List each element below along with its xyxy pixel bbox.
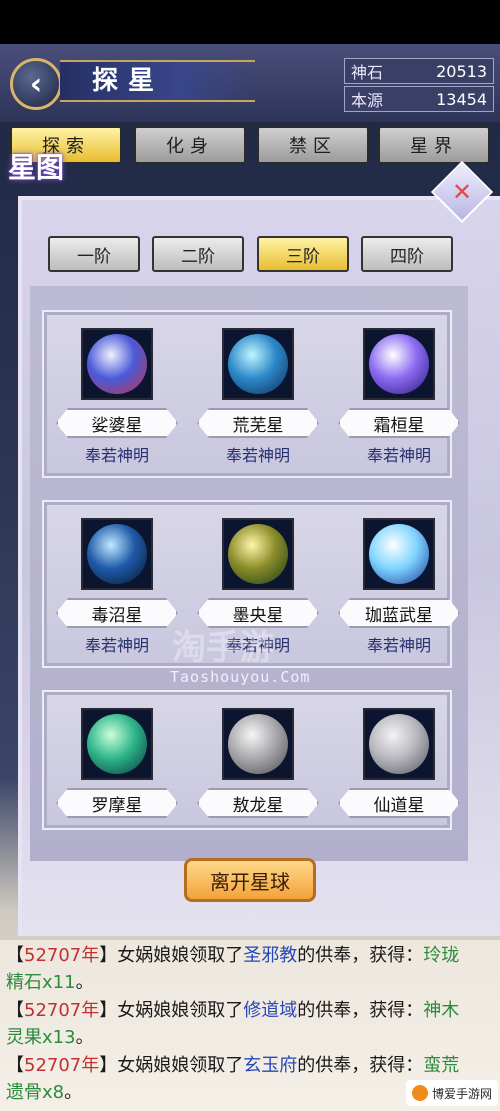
tier-3[interactable]: 三阶 xyxy=(257,236,349,272)
log-entry: 【52707年】女娲娘娘领取了修道域的供奉，获得：神木 灵果x13。 xyxy=(6,1000,460,1048)
back-arrow-icon: ‹ xyxy=(29,66,43,102)
log-text: 。 xyxy=(75,1027,94,1048)
tier-4[interactable]: 四阶 xyxy=(361,236,453,272)
tab-avatar[interactable]: 化身 xyxy=(134,126,246,164)
leave-planet-button[interactable]: 离开星球 xyxy=(184,858,316,902)
log-item: 灵果x13 xyxy=(6,1027,76,1048)
planet-thumbnail xyxy=(363,708,435,780)
log-text: 的供奉，获得： xyxy=(297,1055,424,1076)
planet-card[interactable]: 敖龙星 xyxy=(197,708,319,858)
star-map-label: 星图 xyxy=(8,151,65,184)
planet-card[interactable]: 娑婆星 奉若神明 xyxy=(56,328,178,478)
planet-icon xyxy=(369,334,429,394)
log-place: 修道域 xyxy=(243,1000,298,1021)
back-button[interactable]: ‹ xyxy=(10,58,62,110)
resource-label: 本源 xyxy=(351,91,384,110)
tab-forbidden-zone[interactable]: 禁区 xyxy=(257,126,369,164)
brand-badge: 博爱手游网 xyxy=(406,1080,498,1106)
planet-card[interactable]: 仙道星 xyxy=(338,708,460,858)
planet-thumbnail xyxy=(81,708,153,780)
resource-value: 13454 xyxy=(436,89,487,109)
planet-thumbnail xyxy=(363,518,435,590)
status-bar xyxy=(0,0,500,44)
watermark-url: Taoshouyou.Com xyxy=(170,668,311,686)
planet-card[interactable]: 毒沼星 奉若神明 xyxy=(56,518,178,668)
log-text: 。 xyxy=(75,972,94,993)
planet-icon xyxy=(228,334,288,394)
planet-name: 敖龙星 xyxy=(197,788,319,818)
planet-icon xyxy=(87,524,147,584)
planet-thumbnail xyxy=(363,328,435,400)
planet-thumbnail xyxy=(222,708,294,780)
planet-name: 仙道星 xyxy=(338,788,460,818)
log-text: 女娲娘娘领取了 xyxy=(117,945,244,966)
planet-status: 奉若神明 xyxy=(84,636,149,655)
planet-status: 奉若神明 xyxy=(366,446,431,465)
watermark-text: 淘手游 xyxy=(172,628,274,668)
planet-name: 娑婆星 xyxy=(56,408,178,438)
log-item: 遗骨x8 xyxy=(6,1082,65,1103)
game-screen: ‹ 探星 神石 20513 本源 13454 探索 化身 禁区 星界 星图 ✕ … xyxy=(0,0,500,1111)
log-text: 女娲娘娘领取了 xyxy=(117,1055,244,1076)
planet-icon xyxy=(369,714,429,774)
tier-1[interactable]: 一阶 xyxy=(48,236,140,272)
planet-thumbnail xyxy=(81,328,153,400)
planet-icon xyxy=(87,714,147,774)
log-year: 52707年 xyxy=(24,1055,100,1076)
planet-card[interactable]: 荒芜星 奉若神明 xyxy=(197,328,319,478)
log-text: 的供奉，获得： xyxy=(297,1000,424,1021)
tier-2[interactable]: 二阶 xyxy=(152,236,244,272)
planet-thumbnail xyxy=(222,518,294,590)
page-title: 探星 xyxy=(60,60,255,102)
planet-card[interactable]: 霜桓星 奉若神明 xyxy=(338,328,460,478)
log-item: 蛮荒 xyxy=(423,1055,460,1076)
log-place: 圣邪教 xyxy=(243,945,298,966)
log-text: 的供奉，获得： xyxy=(297,945,424,966)
planet-icon xyxy=(228,524,288,584)
planet-icon xyxy=(87,334,147,394)
log-year: 52707年 xyxy=(24,1000,100,1021)
planet-icon xyxy=(369,524,429,584)
tab-star-realm[interactable]: 星界 xyxy=(378,126,490,164)
resource-shenshi: 神石 20513 xyxy=(344,58,494,84)
planet-name: 霜桓星 xyxy=(338,408,460,438)
resource-label: 神石 xyxy=(351,63,384,82)
planet-status: 奉若神明 xyxy=(84,446,149,465)
planet-card[interactable]: 珈蓝武星 奉若神明 xyxy=(338,518,460,668)
resource-value: 20513 xyxy=(436,61,487,81)
log-item: 精石x11 xyxy=(6,972,76,993)
planet-thumbnail xyxy=(222,328,294,400)
planet-icon xyxy=(228,714,288,774)
log-year: 52707年 xyxy=(24,945,100,966)
brand-logo-icon xyxy=(411,1085,428,1101)
planet-name: 罗摩星 xyxy=(56,788,178,818)
log-item: 玲珑 xyxy=(423,945,460,966)
planet-name: 荒芜星 xyxy=(197,408,319,438)
brand-text: 博爱手游网 xyxy=(431,1086,492,1101)
log-place: 玄玉府 xyxy=(243,1055,298,1076)
resource-benyuan: 本源 13454 xyxy=(344,86,494,112)
planet-status: 奉若神明 xyxy=(366,636,431,655)
log-text: 女娲娘娘领取了 xyxy=(117,1000,244,1021)
planet-thumbnail xyxy=(81,518,153,590)
planet-name: 珈蓝武星 xyxy=(338,598,460,628)
log-item: 神木 xyxy=(423,1000,460,1021)
log-text: 。 xyxy=(64,1082,83,1103)
planet-status: 奉若神明 xyxy=(225,446,290,465)
planet-card[interactable]: 罗摩星 xyxy=(56,708,178,858)
planet-name: 毒沼星 xyxy=(56,598,178,628)
log-entry: 【52707年】女娲娘娘领取了圣邪教的供奉，获得：玲珑 精石x11。 xyxy=(6,945,460,993)
